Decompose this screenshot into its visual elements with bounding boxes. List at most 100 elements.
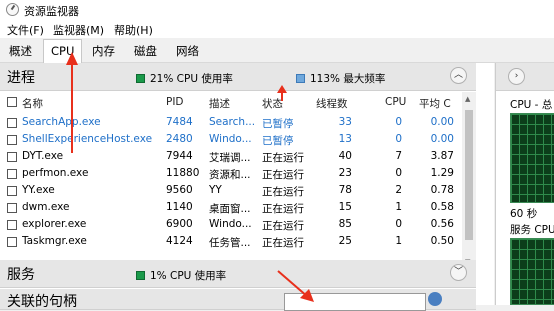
process-average-cpu: 3.87 [430,150,454,162]
tab-disk[interactable]: 磁盘 [127,41,164,61]
menu-help[interactable]: 帮助(H) [114,22,153,38]
scroll-up-arrow-icon[interactable]: ▲ [465,95,470,103]
process-description: Windo... [209,218,252,230]
process-status: 正在运行 [262,237,304,249]
process-threads: 40 [338,150,352,162]
expand-down-icon[interactable]: ﹀ [450,264,467,281]
select-all-checkbox[interactable] [7,97,17,107]
menu-monitor[interactable]: 监视器(M) [53,22,104,38]
process-status: 已暂停 [262,118,294,130]
process-status: 已暂停 [262,135,294,147]
process-description: YY [209,184,222,196]
tab-overview[interactable]: 概述 [2,41,39,61]
handles-section-header[interactable]: 关联的句柄 [0,289,476,311]
process-status: 正在运行 [262,152,304,164]
process-cpu: 2 [395,184,402,196]
process-description: Search... [209,116,255,128]
graph-panel: › CPU - 总 60 秒 服务 CPU [495,63,554,305]
process-average-cpu: 0.00 [430,133,454,145]
process-average-cpu: 0.58 [430,201,454,213]
row-checkbox[interactable] [7,169,17,179]
process-average-cpu: 1.29 [430,167,454,179]
table-row[interactable]: DYT.exe 7944 艾瑞调... 正在运行 40 7 3.87 [0,148,460,165]
row-checkbox[interactable] [7,135,17,145]
collapse-up-icon[interactable]: ︿ [450,67,467,84]
tab-network[interactable]: 网络 [169,41,206,61]
process-pid: 4124 [166,235,193,247]
process-pid: 11880 [166,167,200,179]
expand-right-icon[interactable]: › [508,68,525,85]
max-frequency-meter: 113% 最大频率 [296,71,385,86]
service-cpu-label: 服务 CPU [510,224,554,236]
process-description: 艾瑞调... [209,152,251,164]
process-status: 正在运行 [262,220,304,232]
process-cpu: 0 [395,218,402,230]
services-title: 服务 [7,267,35,283]
process-name: YY.exe [22,184,55,196]
process-name: DYT.exe [22,150,64,162]
title-bar: 资源监视器 [0,0,554,20]
scrollbar-thumb[interactable] [465,110,473,240]
row-checkbox[interactable] [7,152,17,162]
process-pid: 2480 [166,133,193,145]
process-average-cpu: 0.00 [430,116,454,128]
row-checkbox[interactable] [7,186,17,196]
time-window-label: 60 秒 [510,208,538,220]
green-square-icon [136,271,145,280]
row-checkbox[interactable] [7,237,17,247]
process-threads: 85 [338,218,352,230]
process-cpu: 0 [395,133,402,145]
process-pid: 6900 [166,218,193,230]
process-description: 桌面窗... [209,203,251,215]
tab-cpu[interactable]: CPU [43,39,83,63]
column-cpu[interactable]: CPU [385,96,406,108]
table-row[interactable]: explorer.exe 6900 Windo... 正在运行 85 0 0.5… [0,216,460,233]
process-status: 正在运行 [262,169,304,181]
row-checkbox[interactable] [7,118,17,128]
process-name: dwm.exe [22,201,70,213]
row-checkbox[interactable] [7,220,17,230]
menu-file[interactable]: 文件(F) [7,22,44,38]
main-panel: 进程 21% CPU 使用率 113% 最大频率 ︿ 名称 PID 描述 状态 … [0,52,494,311]
tab-memory[interactable]: 内存 [85,41,122,61]
table-row[interactable]: ShellExperienceHost.exe 2480 Windo... 已暂… [0,131,460,148]
table-row[interactable]: SearchApp.exe 7484 Search... 已暂停 33 0 0.… [0,114,460,131]
window-title: 资源监视器 [24,5,79,18]
processes-title: 进程 [7,70,35,86]
column-status[interactable]: 状态 [262,96,283,111]
green-square-icon [136,74,145,83]
column-average-cpu[interactable]: 平均 C [419,96,451,111]
column-name[interactable]: 名称 [22,96,43,111]
services-section-header[interactable]: 服务 1% CPU 使用率 ﹀ [0,260,476,288]
process-pid: 7484 [166,116,193,128]
cpu-usage-label: 21% CPU 使用率 [150,73,233,85]
table-row[interactable]: perfmon.exe 11880 资源和... 正在运行 23 0 1.29 [0,165,460,182]
graph-panel-header: › [496,63,554,91]
process-name: Taskmgr.exe [22,235,87,247]
process-cpu: 0 [395,167,402,179]
handles-search-input[interactable] [284,293,426,311]
process-pid: 7944 [166,150,193,162]
tab-bar: 概述 CPU 内存 磁盘 网络 [0,38,554,63]
column-pid[interactable]: PID [166,96,184,108]
process-description: 资源和... [209,169,251,181]
process-average-cpu: 0.78 [430,184,454,196]
process-cpu: 7 [395,150,402,162]
table-row[interactable]: Taskmgr.exe 4124 任务管... 正在运行 25 1 0.50 [0,233,460,250]
process-name: perfmon.exe [22,167,89,179]
process-name: ShellExperienceHost.exe [22,133,153,145]
cpu-total-graph [510,113,554,203]
column-threads[interactable]: 线程数 [316,96,348,111]
process-threads: 13 [338,133,352,145]
table-row[interactable]: dwm.exe 1140 桌面窗... 正在运行 15 1 0.58 [0,199,460,216]
process-list-scrollbar[interactable]: ▲ ▼ [462,92,476,270]
processes-section-header[interactable]: 进程 21% CPU 使用率 113% 最大频率 ︿ [0,63,476,91]
column-description[interactable]: 描述 [209,96,230,111]
table-row[interactable]: YY.exe 9560 YY 正在运行 78 2 0.78 [0,182,460,199]
process-cpu: 1 [395,201,402,213]
cpu-usage-meter: 21% CPU 使用率 [136,71,233,86]
row-checkbox[interactable] [7,203,17,213]
process-name: explorer.exe [22,218,87,230]
search-icon[interactable] [428,292,442,306]
process-threads: 78 [338,184,352,196]
